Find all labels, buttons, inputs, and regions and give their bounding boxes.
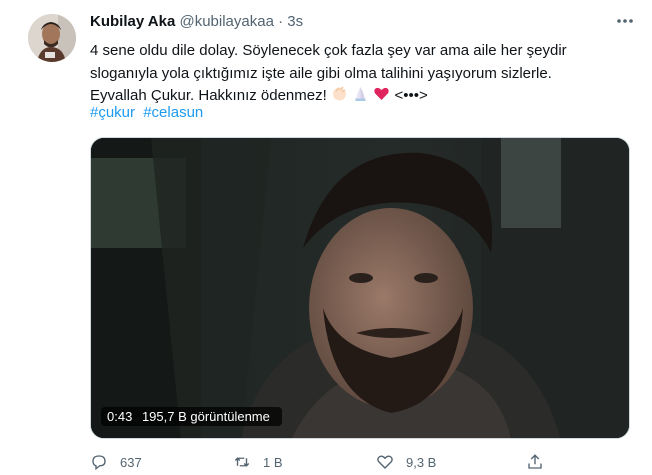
like-count: 9,3 B [406, 454, 437, 470]
more-horizontal-icon[interactable] [614, 13, 636, 29]
hashtag-link[interactable]: #celasun [143, 104, 203, 121]
video-frame [91, 138, 629, 438]
retweet-count: 1 B [263, 454, 283, 470]
clapping-hands-emoji [331, 85, 348, 110]
author-name[interactable]: Kubilay Aka [90, 13, 175, 30]
retweet-icon [234, 457, 250, 467]
avatar-image [28, 14, 76, 62]
heart-icon [377, 455, 393, 469]
hashtag-link[interactable]: #çukur [90, 104, 135, 121]
video-duration: 0:43 [107, 409, 133, 424]
tweet-card[interactable]: Kubilay Aka @kubilayakaa · 3s 4 sene old… [0, 0, 652, 475]
video-view-count: 195,7 B görüntülenme [141, 409, 270, 424]
share-icon [528, 454, 542, 469]
video-player[interactable]: 0:43 195,7 B görüntülenme [90, 137, 630, 439]
avatar[interactable] [28, 14, 76, 62]
tweet-actions: 637 1 B 9,3 B [90, 453, 630, 473]
tweet-header: Kubilay Aka @kubilayakaa · 3s [90, 13, 303, 30]
tweet-text-line: 4 sene oldu dile dolay. Söylenecek çok f… [90, 42, 567, 59]
trailing-symbol: <•••> [394, 87, 428, 104]
hashtag-list: #çukur #celasun [90, 104, 207, 121]
praying-hands-emoji [352, 85, 369, 110]
tweet-text-segment: Eyvallah Çukur. Hakkınız ödenmez! [90, 87, 327, 104]
share-button[interactable] [526, 453, 556, 471]
tweet-timestamp[interactable]: 3s [287, 13, 303, 30]
video-info-bar: 0:43 195,7 B görüntülenme [101, 407, 282, 426]
author-handle[interactable]: @kubilayakaa [179, 13, 273, 30]
reply-icon [92, 455, 106, 471]
separator-dot: · [278, 13, 284, 30]
red-heart-emoji [373, 85, 390, 110]
like-button[interactable]: 9,3 B [376, 453, 436, 471]
retweet-button[interactable]: 1 B [233, 453, 283, 471]
tweet-text: 4 sene oldu dile dolay. Söylenecek çok f… [90, 40, 630, 110]
reply-button[interactable]: 637 [90, 453, 142, 471]
reply-count: 637 [120, 454, 142, 470]
tweet-text-line: sloganıyla yola çıktığımız işte aile gib… [90, 64, 552, 82]
